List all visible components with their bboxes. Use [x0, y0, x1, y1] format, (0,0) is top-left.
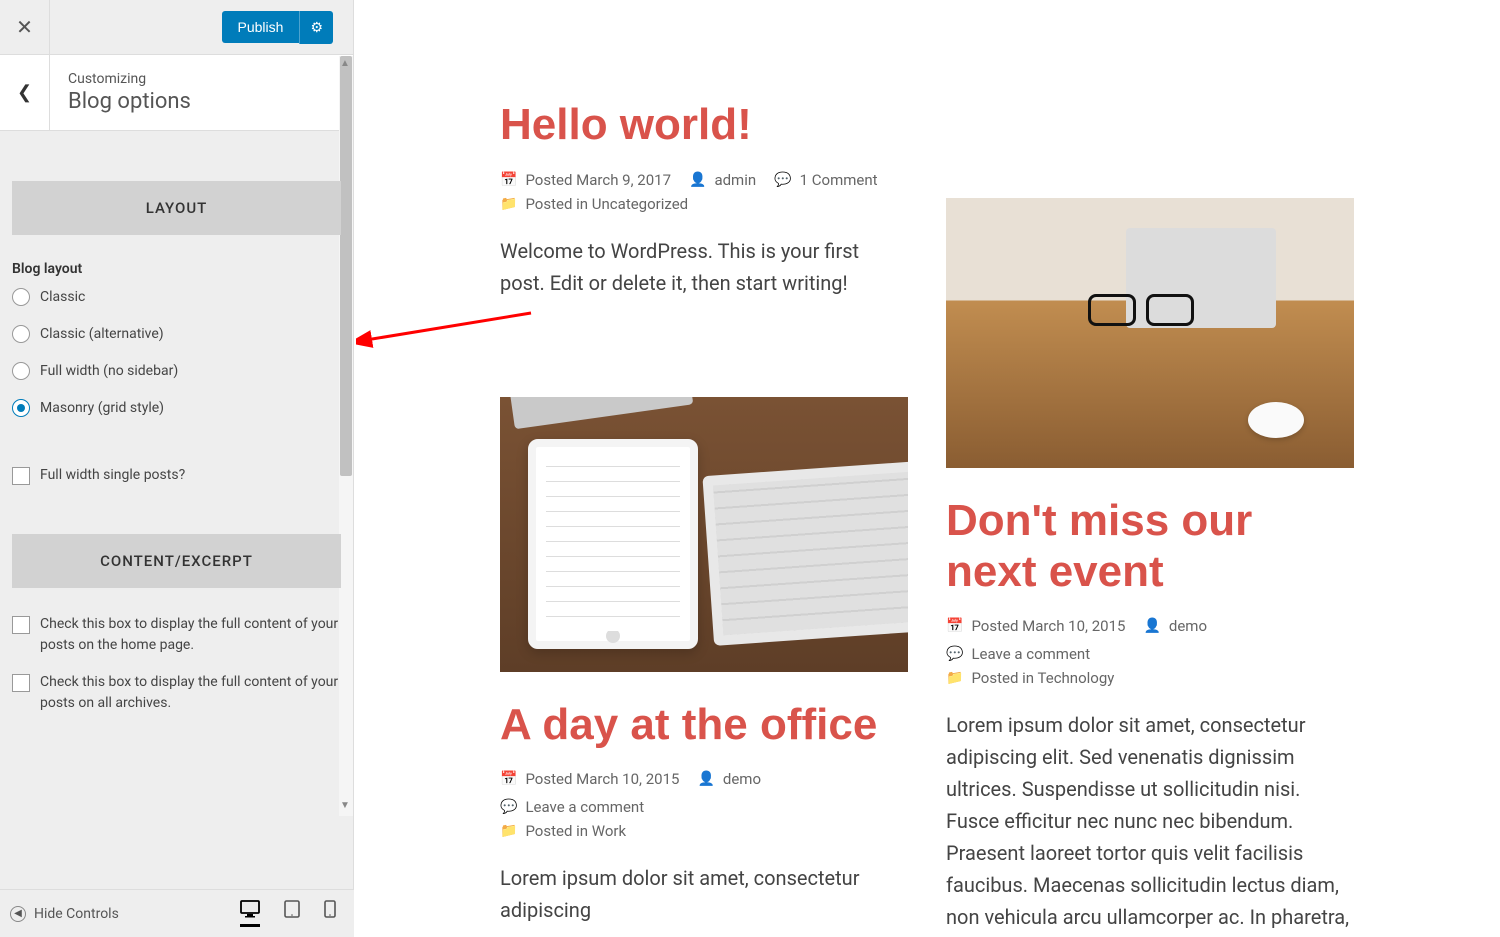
- publish-group: Publish ⚙: [222, 11, 333, 44]
- radio-icon: [12, 325, 30, 343]
- post-excerpt: Welcome to WordPress. This is your first…: [500, 235, 908, 299]
- comment-icon: 💬: [946, 646, 963, 662]
- section-titles: Customizing Blog options: [50, 61, 209, 124]
- post-categories: 📁 Posted in Work: [500, 822, 908, 840]
- post-meta: 📅 Posted March 10, 2015 👤 demo 💬 Leave a co…: [500, 770, 908, 816]
- radio-classic-alt[interactable]: Classic (alternative): [12, 324, 341, 345]
- folder-icon: 📁: [500, 823, 517, 839]
- panel-scroll[interactable]: LAYOUT Blog layout Classic Classic (alte…: [0, 131, 353, 817]
- collapse-left-icon: ◀: [10, 906, 26, 922]
- radio-icon: [12, 399, 30, 417]
- post-meta: 📅 Posted March 10, 2015 👤 demo 💬 Leave a co…: [946, 617, 1354, 663]
- user-icon: 👤: [697, 771, 714, 787]
- post-featured-image[interactable]: [946, 198, 1354, 468]
- device-mobile-button[interactable]: [324, 900, 336, 927]
- user-icon: 👤: [689, 172, 706, 188]
- posted-in-label: Posted in: [525, 822, 591, 840]
- radio-label: Classic: [40, 287, 85, 308]
- chevron-left-icon: ❮: [17, 82, 32, 103]
- layout-heading: LAYOUT: [12, 181, 341, 235]
- post-comments-link[interactable]: 1 Comment: [800, 171, 878, 189]
- tablet-icon: [284, 900, 300, 918]
- back-button[interactable]: ❮: [0, 55, 50, 131]
- post-card: A day at the office 📅 Posted March 10, 20…: [500, 672, 908, 927]
- post-excerpt: Lorem ipsum dolor sit amet, consectetur …: [500, 862, 908, 926]
- post-categories: 📁 Posted in Uncategorized: [500, 195, 908, 213]
- post-featured-image[interactable]: [500, 397, 908, 672]
- post-meta: 📅 Posted March 9, 2017 👤 admin 💬 1 Comment: [500, 171, 908, 189]
- checkbox-label: Full width single posts?: [40, 465, 185, 486]
- hide-controls-button[interactable]: ◀ Hide Controls: [10, 906, 119, 922]
- post-author-link[interactable]: demo: [1169, 617, 1207, 635]
- post-excerpt: Lorem ipsum dolor sit amet, consectetur …: [946, 709, 1354, 937]
- comment-icon: 💬: [500, 799, 517, 815]
- device-desktop-button[interactable]: [240, 900, 260, 927]
- close-icon: ✕: [16, 15, 33, 39]
- preview-pane[interactable]: Hello world! 📅 Posted March 9, 2017 👤 admi…: [354, 0, 1500, 937]
- section-title: Blog options: [68, 89, 191, 114]
- post-title-link[interactable]: A day at the office: [500, 700, 908, 751]
- check-full-content-home[interactable]: Check this box to display the full conte…: [12, 614, 341, 656]
- post-categories: 📁 Posted in Technology: [946, 669, 1354, 687]
- radio-label: Masonry (grid style): [40, 398, 164, 419]
- radio-label: Classic (alternative): [40, 324, 164, 345]
- check-fullwidth-single[interactable]: Full width single posts?: [12, 465, 341, 486]
- radio-icon: [12, 362, 30, 380]
- radio-label: Full width (no sidebar): [40, 361, 178, 382]
- content-excerpt-heading: CONTENT/EXCERPT: [12, 534, 341, 588]
- posted-in-label: Posted in: [525, 195, 591, 213]
- post-title-link[interactable]: Don't miss our next event: [946, 496, 1354, 597]
- calendar-icon: 📅: [946, 618, 963, 634]
- publish-button[interactable]: Publish: [222, 11, 300, 43]
- radio-classic[interactable]: Classic: [12, 287, 341, 308]
- post-comments-link[interactable]: Leave a comment: [525, 798, 644, 816]
- scrollbar-arrow-up-icon[interactable]: ▲: [340, 58, 350, 68]
- customizing-label: Customizing: [68, 71, 191, 87]
- publish-settings-button[interactable]: ⚙: [299, 11, 333, 44]
- desktop-icon: [240, 900, 260, 918]
- customizer-topbar: ✕ Publish ⚙: [0, 0, 353, 55]
- radio-masonry[interactable]: Masonry (grid style): [12, 398, 341, 419]
- post-card: Hello world! 📅 Posted March 9, 2017 👤 admi…: [500, 100, 908, 299]
- user-icon: 👤: [1143, 618, 1160, 634]
- post-card: Don't miss our next event 📅 Posted March …: [946, 496, 1354, 937]
- blog-layout-label: Blog layout: [12, 261, 341, 277]
- device-tablet-button[interactable]: [284, 900, 300, 927]
- checkbox-label: Check this box to display the full conte…: [40, 672, 341, 714]
- category-link[interactable]: Technology: [1038, 669, 1115, 687]
- calendar-icon: 📅: [500, 172, 517, 188]
- grid-column-2: Don't miss our next event 📅 Posted March …: [946, 0, 1354, 937]
- grid-column-1: Hello world! 📅 Posted March 9, 2017 👤 admi…: [500, 0, 908, 937]
- checkbox-label: Check this box to display the full conte…: [40, 614, 341, 656]
- gear-icon: ⚙: [310, 19, 323, 35]
- post-date: Posted March 10, 2015: [971, 617, 1125, 635]
- radio-icon: [12, 288, 30, 306]
- radio-full-width[interactable]: Full width (no sidebar): [12, 361, 341, 382]
- checkbox-icon: [12, 674, 30, 692]
- post-date: Posted March 9, 2017: [525, 171, 671, 189]
- mobile-icon: [324, 900, 336, 918]
- bottom-bar: ◀ Hide Controls: [0, 889, 354, 937]
- post-author-link[interactable]: demo: [723, 770, 761, 788]
- checkbox-icon: [12, 467, 30, 485]
- customizer-panel: ✕ Publish ⚙ ❮ Customizing Blog options ▲…: [0, 0, 354, 937]
- device-buttons: [240, 900, 336, 927]
- calendar-icon: 📅: [500, 771, 517, 787]
- posted-in-label: Posted in: [971, 669, 1037, 687]
- hide-controls-label: Hide Controls: [34, 906, 119, 922]
- section-header: ❮ Customizing Blog options: [0, 55, 353, 131]
- category-link[interactable]: Uncategorized: [592, 195, 688, 213]
- close-button[interactable]: ✕: [0, 0, 50, 55]
- check-full-content-archives[interactable]: Check this box to display the full conte…: [12, 672, 341, 714]
- post-date: Posted March 10, 2015: [525, 770, 679, 788]
- folder-icon: 📁: [500, 196, 517, 212]
- post-comments-link[interactable]: Leave a comment: [971, 645, 1090, 663]
- post-author-link[interactable]: admin: [714, 171, 756, 189]
- comment-icon: 💬: [774, 172, 791, 188]
- category-link[interactable]: Work: [592, 822, 626, 840]
- post-title-link[interactable]: Hello world!: [500, 100, 908, 151]
- checkbox-icon: [12, 616, 30, 634]
- folder-icon: 📁: [946, 670, 963, 686]
